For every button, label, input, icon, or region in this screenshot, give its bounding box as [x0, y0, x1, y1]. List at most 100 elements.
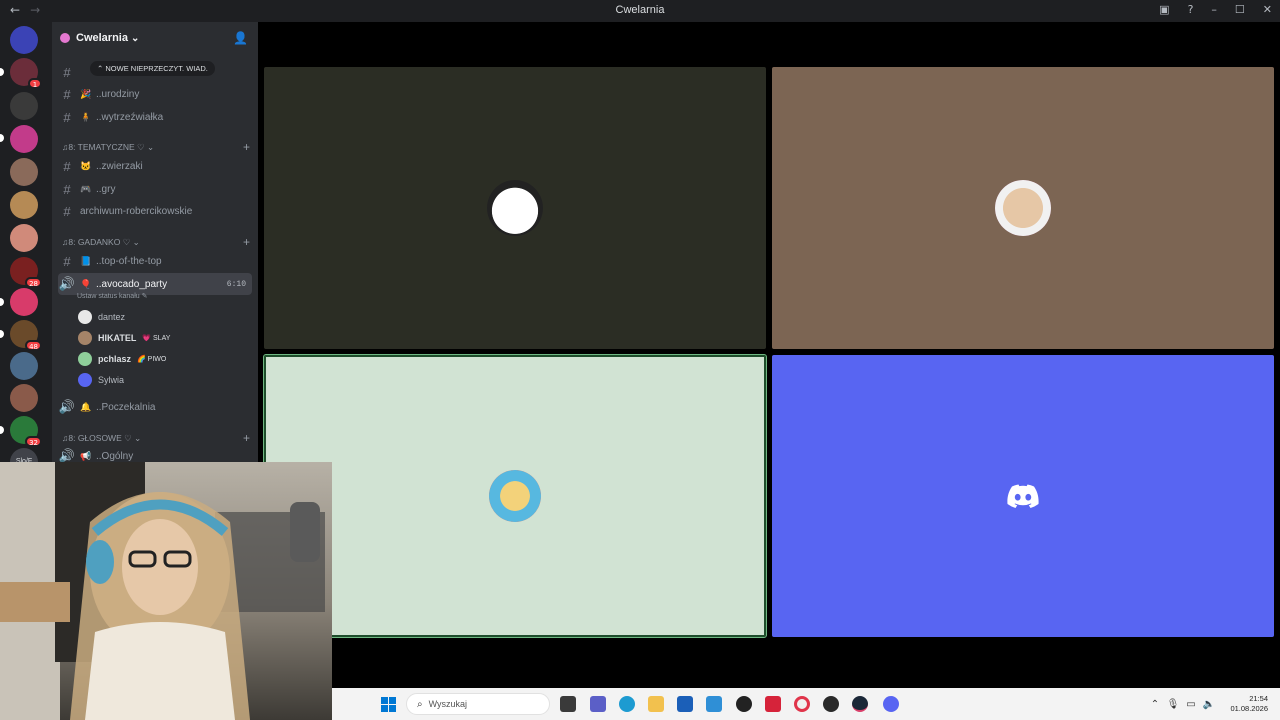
- server-icon[interactable]: [10, 191, 38, 219]
- channel-zwierzaki[interactable]: # 🐱 ..zwierzaki: [58, 156, 252, 176]
- taskbar-search[interactable]: ⌕ Wyszukaj: [406, 693, 550, 715]
- server-icon[interactable]: [10, 224, 38, 252]
- hash-icon: #: [63, 181, 71, 197]
- speaker-icon: 🔊: [58, 276, 76, 291]
- role-tag: 🌈 PIWO: [137, 356, 167, 363]
- server-icon[interactable]: [10, 288, 38, 316]
- channel-wytrzezwialka[interactable]: # 🧍 ..wytrzeźwiałka: [58, 107, 252, 127]
- help-icon[interactable]: ?: [1188, 3, 1194, 16]
- voice-tile-dantez[interactable]: [264, 67, 766, 349]
- channel-sidebar: Cwelarnia ⌄ 👤 # ⌃ NOWE NIEPRZECZYT. WIAD…: [52, 22, 258, 462]
- balloon-icon: 🎈: [80, 278, 92, 289]
- teams-icon[interactable]: [590, 696, 606, 712]
- steam-icon[interactable]: [852, 696, 868, 712]
- channel-gry[interactable]: # 🎮 ..gry: [58, 179, 252, 199]
- minimize-icon[interactable]: –: [1211, 3, 1217, 16]
- unread-pill: [0, 330, 4, 338]
- discord-logo-icon: [1007, 484, 1039, 508]
- voice-user[interactable]: Sylwia: [78, 371, 124, 389]
- voice-user[interactable]: pchlasz 🌈 PIWO: [78, 350, 166, 368]
- guild-name: Cwelarnia: [76, 32, 128, 44]
- avatar: [78, 331, 92, 345]
- close-icon[interactable]: ✕: [1263, 3, 1272, 16]
- network-icon[interactable]: ▭: [1182, 699, 1200, 710]
- category-tematyczne[interactable]: ♫8: TEMATYCZNE ♡ ⌄ +: [62, 139, 252, 155]
- clock[interactable]: 21:54 01.08.2026: [1218, 694, 1280, 714]
- webcam-overlay: [0, 462, 332, 720]
- pets-icon: 🐱: [80, 160, 92, 171]
- chevron-up-icon[interactable]: ⌃: [1146, 699, 1164, 710]
- avatar: [995, 180, 1051, 236]
- new-unread-button[interactable]: ⌃ NOWE NIEPRZECZYT. WIAD.: [90, 61, 215, 76]
- create-channel-icon[interactable]: +: [243, 431, 250, 445]
- maximize-icon[interactable]: ☐: [1235, 3, 1245, 16]
- window-title: Cwelarnia: [615, 4, 665, 16]
- volume-icon[interactable]: 🔈: [1200, 699, 1218, 710]
- channel-urodziny[interactable]: # 🎉 ..urodziny: [58, 84, 252, 104]
- voice-tile-hikatel[interactable]: [772, 67, 1274, 349]
- title-bar: ← → Cwelarnia ▣ ? – ☐ ✕: [0, 0, 1280, 22]
- voice-user[interactable]: HIKATEL 💗 SLAY: [78, 329, 170, 347]
- server-icon[interactable]: 32: [10, 416, 42, 447]
- webcam-image: [0, 462, 325, 720]
- role-tag: 💗 SLAY: [142, 335, 171, 342]
- server-icon[interactable]: 28: [10, 257, 42, 288]
- store-icon[interactable]: [677, 696, 693, 712]
- outlook-icon[interactable]: [706, 696, 722, 712]
- voice-channel-ogolny[interactable]: 🔊 📢 ..Ogólny: [58, 446, 252, 462]
- avatar: [78, 310, 92, 324]
- inbox-icon[interactable]: ▣: [1159, 3, 1169, 16]
- gamepad-icon: 🎮: [80, 183, 92, 194]
- voice-channel-poczekalnia[interactable]: 🔊 🔔 ..Poczekalnia: [58, 397, 252, 417]
- server-icon[interactable]: [10, 384, 38, 412]
- server-icon[interactable]: [10, 92, 38, 120]
- direct-messages-icon[interactable]: [10, 26, 38, 54]
- server-icon[interactable]: 1: [10, 58, 42, 89]
- windows-start-icon[interactable]: [381, 697, 396, 712]
- server-icon[interactable]: [10, 158, 38, 186]
- person-icon: 🧍: [80, 111, 92, 122]
- channel-archiwum[interactable]: # archiwum-robercikowskie: [58, 201, 252, 221]
- voice-tile-pchlasz-speaking[interactable]: [263, 354, 767, 638]
- chevron-down-icon: ⌄: [130, 32, 140, 44]
- voice-timer: 6:10: [226, 279, 246, 289]
- hash-icon: #: [63, 109, 71, 125]
- opera-icon[interactable]: [794, 696, 810, 712]
- app-red-icon[interactable]: [765, 696, 781, 712]
- create-channel-icon[interactable]: +: [243, 140, 250, 154]
- github-icon[interactable]: [736, 696, 752, 712]
- party-icon: 🎉: [80, 88, 92, 99]
- obs-icon[interactable]: [823, 696, 839, 712]
- folder-icon[interactable]: [648, 696, 664, 712]
- guild-header[interactable]: Cwelarnia ⌄: [52, 22, 258, 54]
- category-gadanko[interactable]: ♫8: GADANKO ♡ ⌄ +: [62, 234, 252, 250]
- avatar: [489, 470, 541, 522]
- server-boost-icon: [60, 33, 70, 43]
- server-icon[interactable]: [10, 125, 38, 153]
- voice-tile-sylwia[interactable]: [772, 355, 1274, 637]
- server-icon[interactable]: 48: [10, 320, 42, 351]
- create-channel-icon[interactable]: +: [243, 235, 250, 249]
- bell-icon: 🔔: [80, 401, 92, 412]
- channel-top-of-the-top[interactable]: # 📘 ..top-of-the-top: [58, 251, 252, 271]
- microphone-icon[interactable]: 🎙: [1164, 699, 1182, 710]
- megaphone-icon: 📢: [80, 450, 92, 461]
- hash-icon: #: [63, 158, 71, 174]
- hash-icon: #: [63, 86, 71, 102]
- system-tray: ⌃ 🎙 ▭ 🔈 21:54 01.08.2026: [1146, 688, 1280, 720]
- edge-icon[interactable]: [619, 696, 635, 712]
- invite-people-icon[interactable]: 👤: [233, 31, 248, 45]
- file-explorer-icon[interactable]: [560, 696, 576, 712]
- hash-icon: #: [63, 64, 71, 80]
- category-glosowe[interactable]: ♫8: GŁOSOWE ♡ ⌄ +: [62, 430, 252, 446]
- windows-taskbar: ⌕ Wyszukaj ⌃ 🎙 ▭ 🔈 21:54 01.08.2026: [332, 688, 1280, 720]
- speaker-icon: 🔊: [58, 448, 76, 462]
- server-icon[interactable]: [10, 352, 38, 380]
- server-rail: 1 28 48 32 Slo/F: [0, 22, 52, 476]
- unread-pill: [0, 426, 4, 434]
- voice-user[interactable]: dantez: [78, 308, 125, 326]
- discord-icon[interactable]: [883, 696, 899, 712]
- avatar: [78, 352, 92, 366]
- unread-pill: [0, 298, 4, 306]
- set-channel-status-link[interactable]: Ustaw status kanału ✎: [77, 292, 147, 300]
